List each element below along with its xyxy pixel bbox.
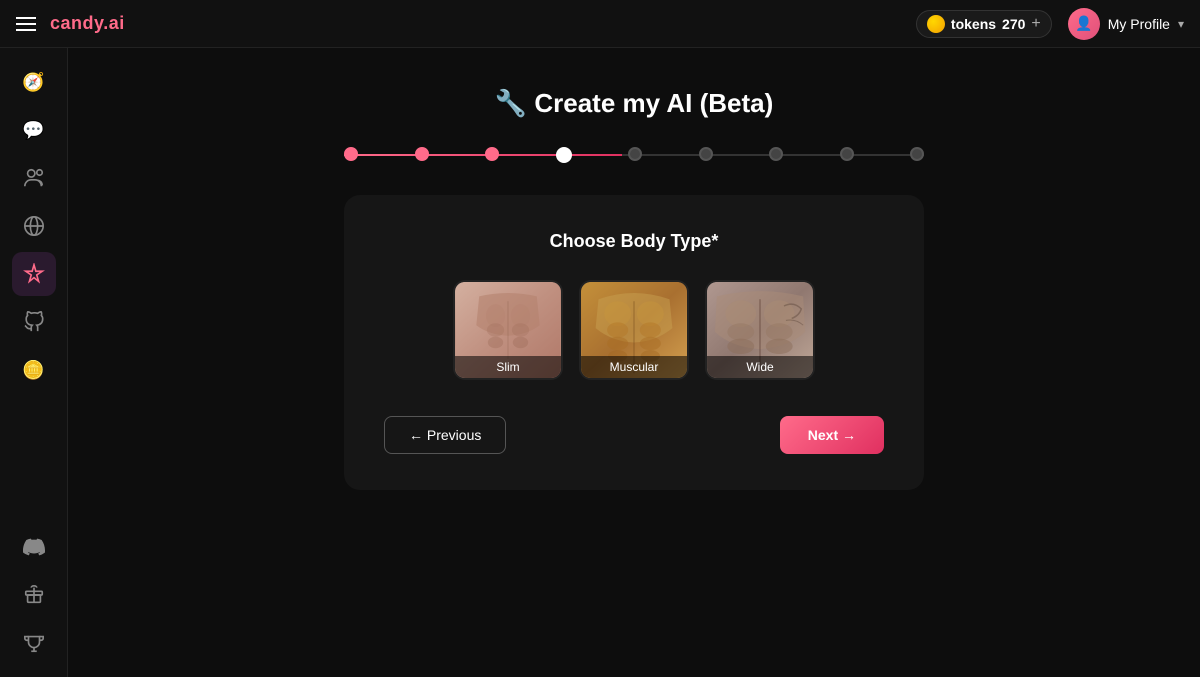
step-dot-3[interactable]	[485, 147, 499, 161]
stepper	[344, 147, 924, 163]
step-dot-6[interactable]	[699, 147, 713, 161]
muscular-label: Muscular	[581, 356, 687, 378]
sidebar-item-coin[interactable]: 🪙	[12, 348, 56, 392]
step-dot-9[interactable]	[910, 147, 924, 161]
avatar: 👤	[1068, 8, 1100, 40]
step-dot-8[interactable]	[840, 147, 854, 161]
body-type-wide[interactable]: Wide	[705, 280, 815, 380]
chevron-down-icon: ▾	[1178, 17, 1184, 31]
sidebar-bottom	[12, 525, 56, 665]
sidebar-item-trophy[interactable]	[12, 621, 56, 665]
page-title: 🔧 Create my AI (Beta)	[495, 88, 773, 119]
sidebar-top: 🧭 💬	[12, 60, 56, 392]
step-dot-4[interactable]	[556, 147, 572, 163]
brand-tld: .ai	[103, 13, 125, 33]
top-navigation: candy.ai tokens 270 + 👤 My Profile ▾	[0, 0, 1200, 48]
brand-logo: candy.ai	[50, 13, 125, 34]
nav-left: candy.ai	[16, 13, 125, 34]
sidebar-item-personas[interactable]	[12, 156, 56, 200]
body-type-muscular[interactable]: Muscular	[579, 280, 689, 380]
sidebar-item-social[interactable]	[12, 204, 56, 248]
wide-label: Wide	[707, 356, 813, 378]
nav-right: tokens 270 + 👤 My Profile ▾	[916, 8, 1184, 40]
tokens-label: tokens	[951, 16, 996, 32]
hamburger-menu[interactable]	[16, 17, 36, 31]
brand-name: candy	[50, 13, 103, 33]
previous-button[interactable]: ← Previous	[384, 416, 506, 454]
card-footer: ← Previous Next →	[384, 416, 884, 454]
sidebar-item-create[interactable]	[12, 252, 56, 296]
card-title: Choose Body Type*	[550, 231, 719, 252]
stepper-dots	[344, 147, 924, 163]
sidebar: 🧭 💬	[0, 48, 68, 677]
next-button[interactable]: Next →	[780, 416, 884, 454]
sidebar-item-discord[interactable]	[12, 525, 56, 569]
tokens-count: 270	[1002, 16, 1025, 32]
add-tokens-icon[interactable]: +	[1031, 15, 1040, 33]
body-type-slim[interactable]: Slim	[453, 280, 563, 380]
step-dot-7[interactable]	[769, 147, 783, 161]
sidebar-item-chat[interactable]: 💬	[12, 108, 56, 152]
step-dot-2[interactable]	[415, 147, 429, 161]
sidebar-item-explore[interactable]: 🧭	[12, 60, 56, 104]
sidebar-item-github[interactable]	[12, 300, 56, 344]
profile-section[interactable]: 👤 My Profile ▾	[1068, 8, 1184, 40]
step-dot-1[interactable]	[344, 147, 358, 161]
step-dot-5[interactable]	[628, 147, 642, 161]
tokens-badge[interactable]: tokens 270 +	[916, 10, 1052, 38]
sidebar-item-gift[interactable]	[12, 573, 56, 617]
token-coin-icon	[927, 15, 945, 33]
body-type-options: Slim	[453, 280, 815, 380]
profile-name: My Profile	[1108, 16, 1170, 32]
main-layout: 🧭 💬	[0, 48, 1200, 677]
main-content: 🔧 Create my AI (Beta) Choose Body Type*	[68, 48, 1200, 677]
slim-label: Slim	[455, 356, 561, 378]
body-type-card-container: Choose Body Type*	[344, 195, 924, 490]
